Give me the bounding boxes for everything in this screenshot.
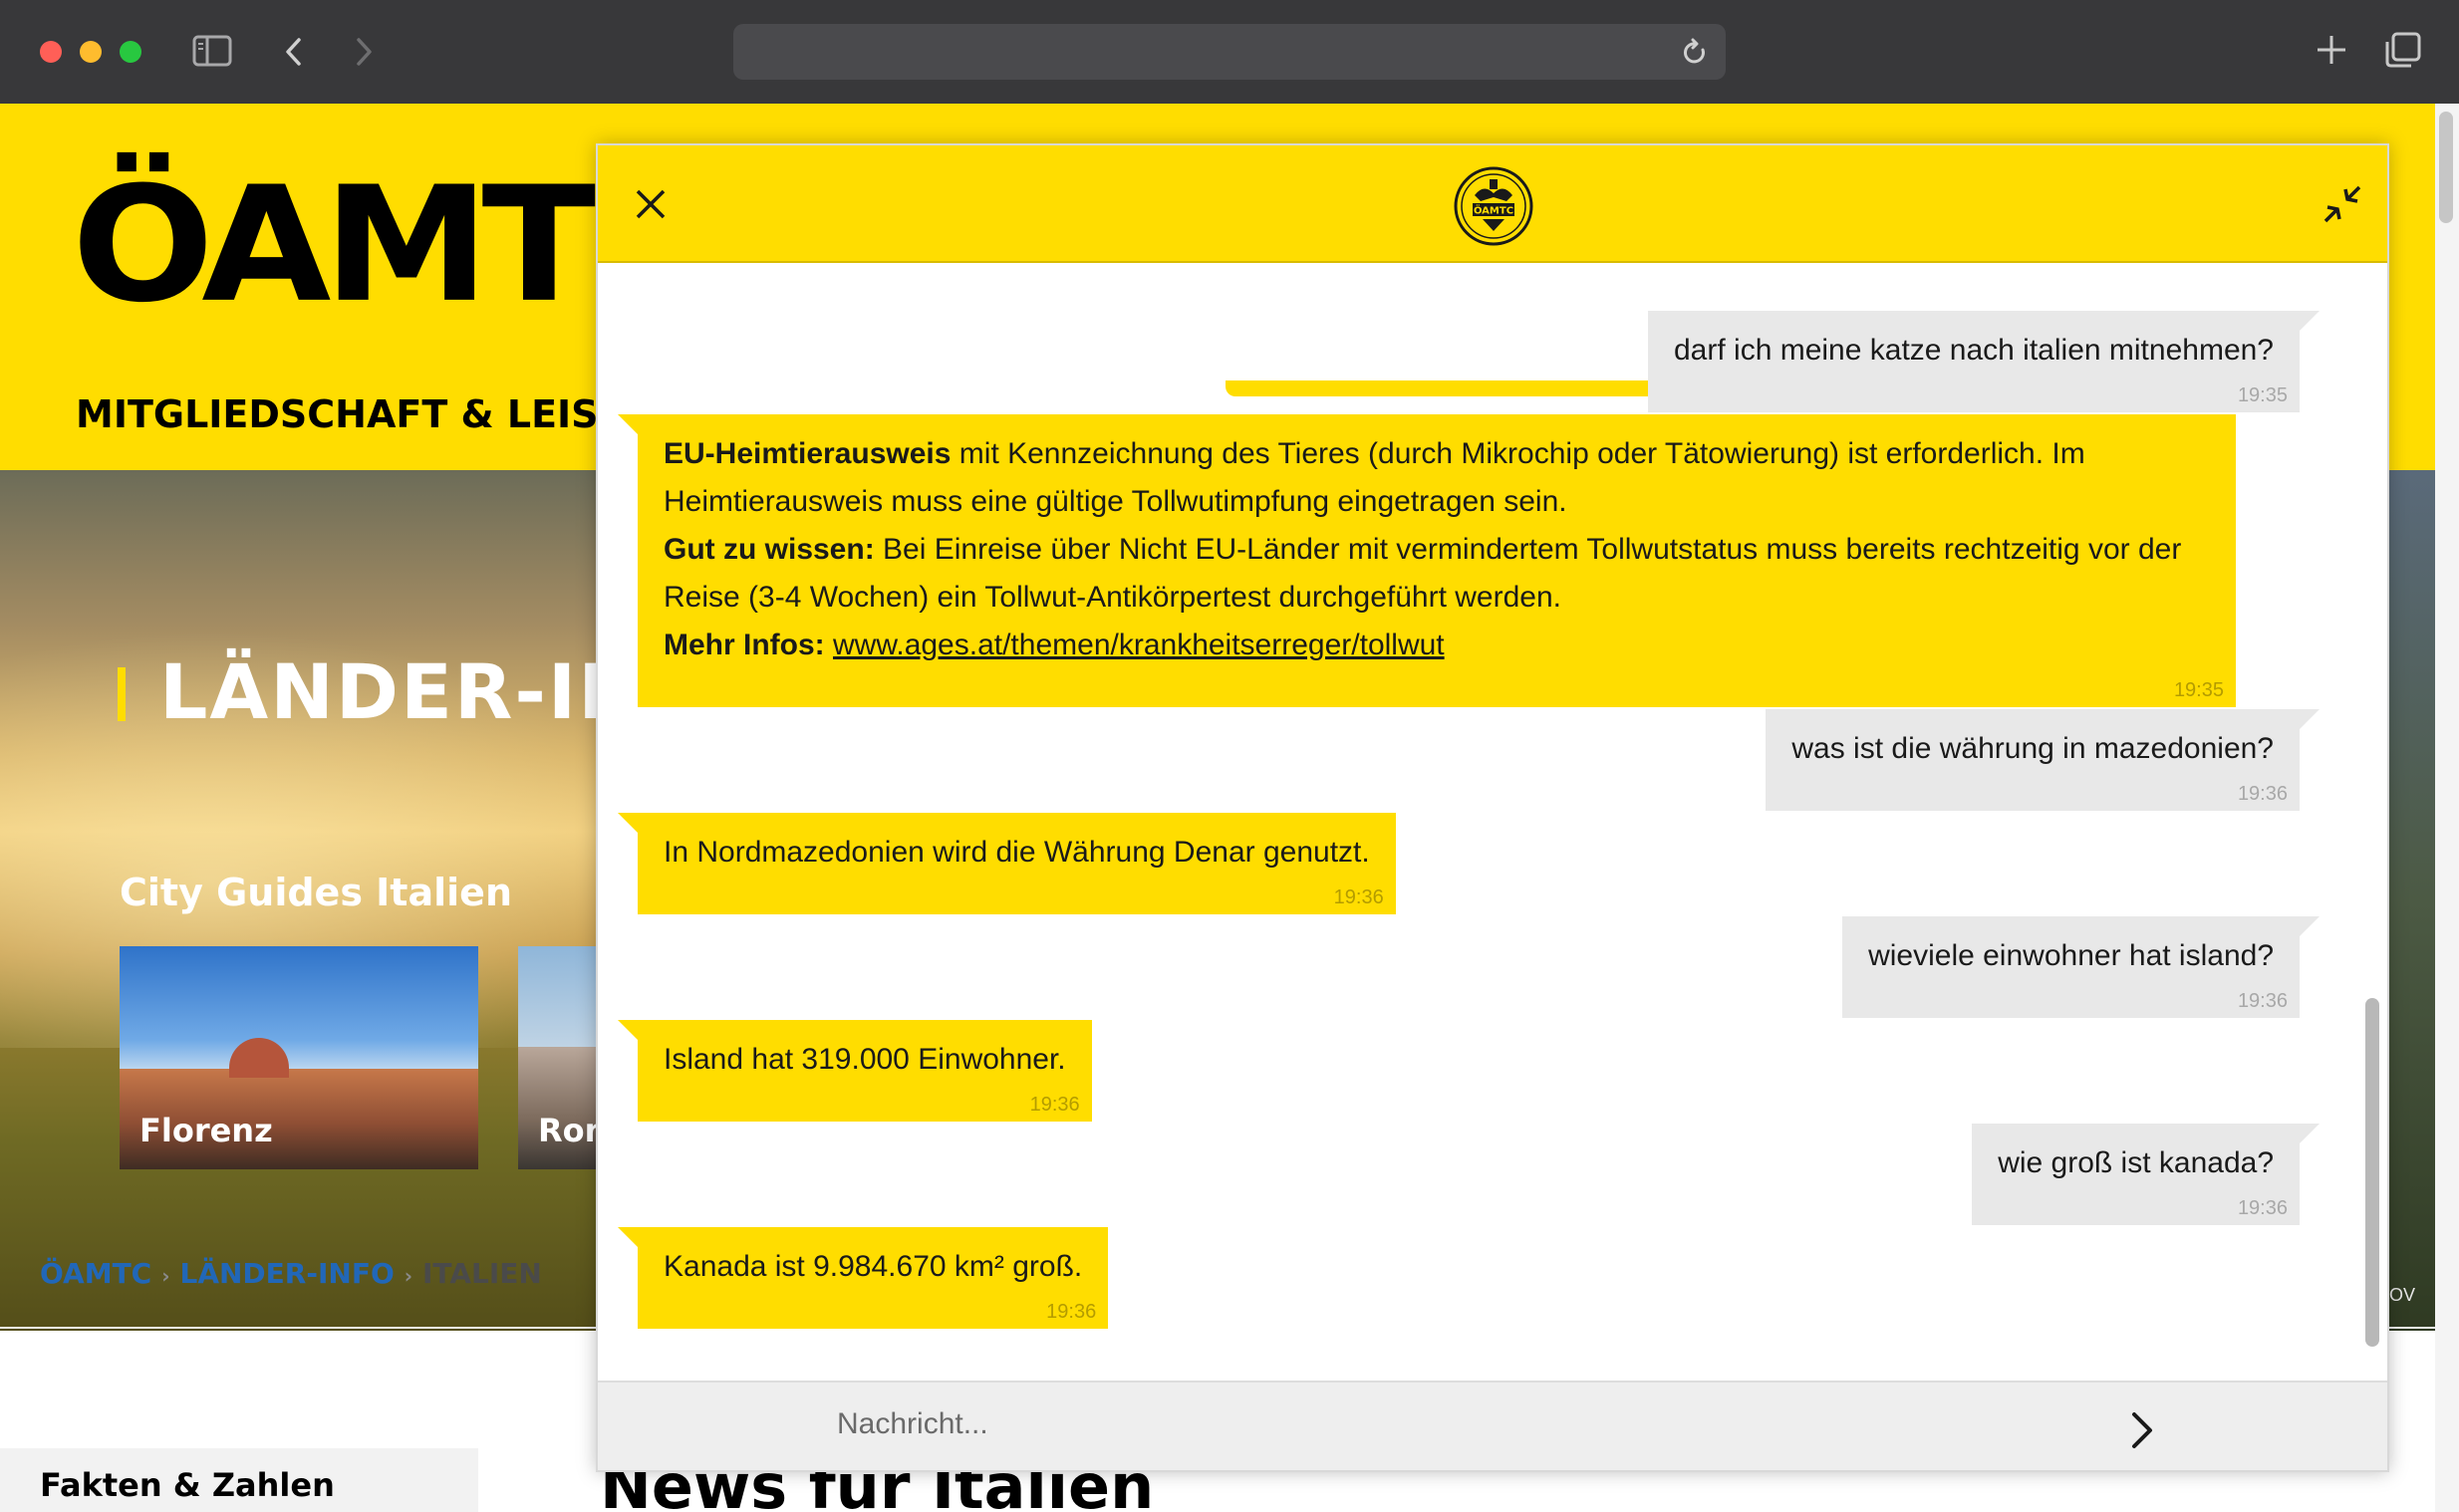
- page-scrollbar-thumb[interactable]: [2439, 112, 2453, 223]
- user-message: wie groß ist kanada? 19:36: [1972, 1124, 2320, 1225]
- message-bold: Gut zu wissen:: [664, 533, 875, 566]
- back-icon[interactable]: [279, 34, 309, 70]
- user-message: wieviele einwohner hat island? 19:36: [1842, 916, 2320, 1018]
- message-time: 19:35: [2237, 384, 2288, 406]
- chat-scrollbar-thumb[interactable]: [2365, 998, 2379, 1347]
- city-card-label: Rom: [538, 1112, 598, 1149]
- new-tab-icon[interactable]: [2312, 30, 2351, 70]
- message-text: Island hat 319.000 Einwohner.: [664, 1043, 1066, 1076]
- message-bold: EU-Heimtierausweis: [664, 437, 952, 470]
- message-text: In Nordmazedonien wird die Währung Denar…: [664, 836, 1370, 869]
- city-guides-heading: City Guides Italien: [120, 871, 512, 914]
- browser-toolbar: [0, 0, 2459, 104]
- chat-messages: darf ich meine katze nach italien mitneh…: [598, 263, 2387, 1359]
- minimize-window-button[interactable]: [80, 41, 102, 63]
- breadcrumb-oamtc[interactable]: ÖAMTC: [40, 1257, 151, 1290]
- oamtc-logo-icon: ÖAMTC: [1454, 166, 1533, 246]
- sidebar-icon[interactable]: [191, 34, 235, 70]
- forward-icon[interactable]: [349, 34, 379, 70]
- user-message: was ist die währung in mazedonien? 19:36: [1766, 709, 2320, 811]
- bot-message: Island hat 319.000 Einwohner. 19:36: [618, 1020, 1092, 1122]
- message-text: darf ich meine katze nach italien mitneh…: [1674, 334, 2274, 367]
- ages-tollwut-link[interactable]: www.ages.at/themen/krankheitserreger/tol…: [833, 629, 1445, 661]
- message-time: 19:36: [2237, 990, 2288, 1012]
- city-photo-town: [518, 1046, 598, 1169]
- breadcrumb-separator-icon: ›: [404, 1264, 413, 1288]
- reload-icon[interactable]: [1680, 38, 1710, 68]
- hero-right-strip-text: OV: [2389, 1285, 2416, 1305]
- message-text: was ist die währung in mazedonien?: [1791, 732, 2274, 765]
- user-message: darf ich meine katze nach italien mitneh…: [1648, 311, 2320, 412]
- bot-message: Kanada ist 9.984.670 km² groß. 19:36: [617, 1227, 1109, 1329]
- message-text: mit Kennzeichnung des Tieres (durch Mikr…: [951, 437, 2085, 470]
- facts-heading: Fakten & Zahlen: [40, 1466, 335, 1504]
- breadcrumb-current: ITALIEN: [422, 1257, 542, 1290]
- city-photo-sky: [120, 946, 478, 1081]
- message-text: Reise (3-4 Wochen) ein Tollwut-Antikörpe…: [664, 581, 1561, 614]
- bot-message: EU-Heimtierausweis mit Kennzeichnung des…: [618, 414, 2236, 707]
- breadcrumb: ÖAMTC › LÄNDER-INFO › ITALIEN: [40, 1257, 542, 1290]
- chat-logo-text: ÖAMTC: [1474, 203, 1513, 217]
- message-text: Heimtierausweis muss eine gültige Tollwu…: [664, 485, 1567, 518]
- city-card-rom[interactable]: Rom: [518, 946, 598, 1169]
- address-bar[interactable]: [733, 24, 1726, 80]
- message-time: 19:36: [2237, 1197, 2288, 1219]
- breadcrumb-separator-icon: ›: [161, 1264, 170, 1288]
- message-time: 19:36: [2237, 783, 2288, 805]
- breadcrumb-laender-info[interactable]: LÄNDER-INFO: [179, 1257, 394, 1290]
- page-scrollbar[interactable]: [2435, 104, 2459, 1512]
- hero-right-image-strip: OV: [2385, 470, 2435, 1331]
- chat-header: ÖAMTC: [598, 145, 2387, 263]
- message-text: Bei Einreise über Nicht EU-Länder mit ve…: [874, 533, 2182, 566]
- message-bold: Mehr Infos:: [664, 629, 825, 661]
- message-time: 19:36: [1046, 1301, 1097, 1323]
- message-text: wie groß ist kanada?: [1998, 1146, 2274, 1179]
- message-time: 19:36: [1333, 886, 1384, 908]
- hero-accent-bar: [118, 667, 126, 721]
- send-arrow-icon[interactable]: [2112, 1400, 2172, 1460]
- zoom-window-button[interactable]: [120, 41, 141, 63]
- message-time: 19:35: [2173, 679, 2224, 701]
- close-window-button[interactable]: [40, 41, 62, 63]
- nav-membership-link[interactable]: MITGLIEDSCHAFT & LEISTU: [76, 392, 655, 436]
- message-input[interactable]: [837, 1394, 2132, 1454]
- bot-message: In Nordmazedonien wird die Währung Denar…: [618, 813, 1396, 914]
- message-time: 19:36: [1029, 1094, 1080, 1116]
- city-card-label: Florenz: [139, 1112, 273, 1149]
- close-icon[interactable]: [628, 181, 674, 227]
- message-text: Kanada ist 9.984.670 km² groß.: [664, 1250, 1083, 1283]
- tabs-overview-icon[interactable]: [2383, 30, 2423, 70]
- chat-widget: ÖAMTC darf ich meine katze nach italien …: [596, 143, 2389, 1472]
- message-text: wieviele einwohner hat island?: [1868, 939, 2274, 972]
- minimize-icon[interactable]: [2320, 181, 2365, 227]
- city-card-florenz[interactable]: Florenz: [120, 946, 478, 1169]
